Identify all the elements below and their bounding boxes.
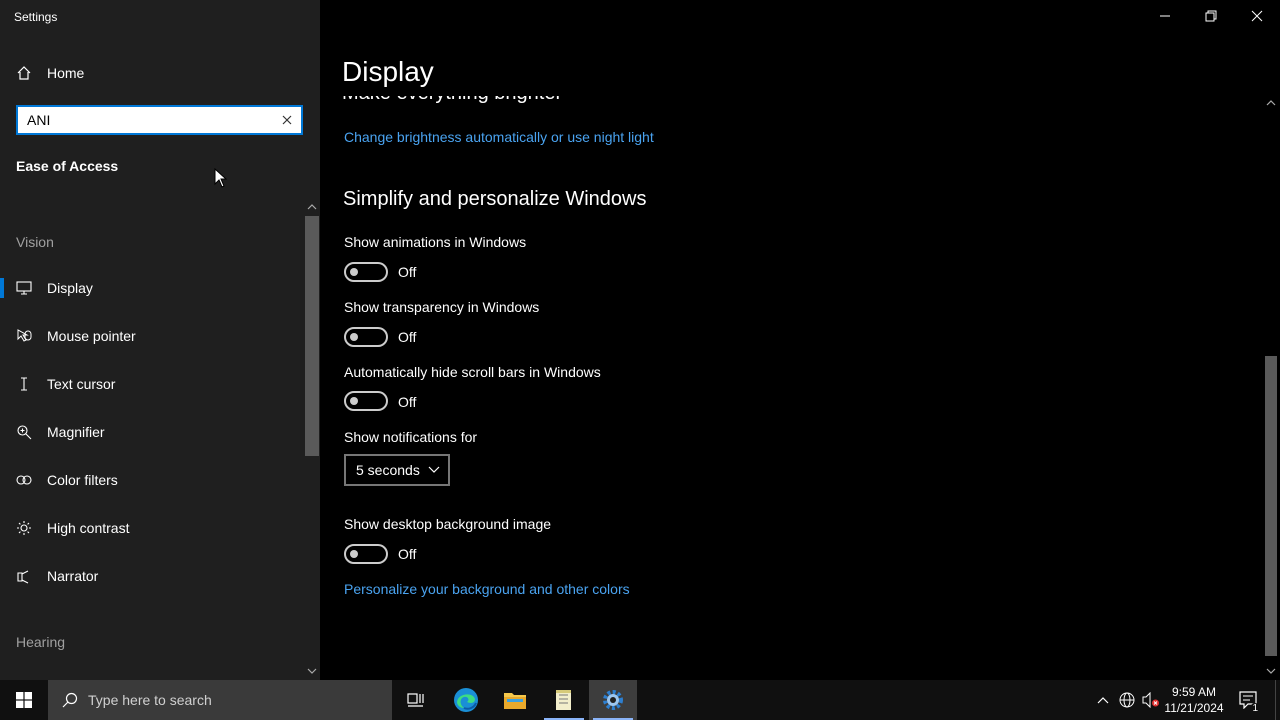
section-heading-brightness: Make everything brighter	[342, 96, 562, 105]
network-button[interactable]	[1116, 680, 1138, 720]
show-hidden-icons-button[interactable]	[1093, 680, 1113, 720]
home-icon	[17, 66, 31, 80]
background-toggle[interactable]	[344, 544, 388, 564]
taskbar-search[interactable]: Type here to search	[48, 680, 392, 720]
sidebar-nav: Vision Display Mouse pointer Text cursor…	[0, 200, 320, 680]
section-heading: Ease of Access	[16, 158, 119, 174]
app-title: Settings	[14, 10, 58, 24]
background-toggle-state: Off	[398, 546, 417, 562]
setting-label-animations: Show animations in Windows	[344, 234, 527, 250]
close-button[interactable]	[1234, 0, 1280, 32]
sidebar-item-high-contrast[interactable]: High contrast	[0, 508, 300, 548]
search-icon	[62, 692, 78, 708]
group-label-hearing: Hearing	[16, 634, 66, 650]
restore-icon	[1205, 10, 1217, 22]
scroll-up-icon[interactable]	[307, 204, 317, 210]
notifications-duration-dropdown[interactable]: 5 seconds	[344, 454, 450, 486]
scrollbars-toggle-state: Off	[398, 394, 417, 410]
home-label: Home	[47, 65, 85, 81]
setting-label-transparency: Show transparency in Windows	[344, 299, 540, 315]
settings-taskbar-button[interactable]	[589, 680, 637, 720]
page-title: Display	[342, 56, 434, 87]
setting-label-background: Show desktop background image	[344, 516, 552, 532]
folder-icon	[504, 693, 526, 709]
group-label-vision: Vision	[16, 234, 54, 250]
edge-icon	[454, 688, 478, 712]
globe-icon	[1119, 692, 1135, 708]
setting-label-notifications: Show notifications for	[344, 429, 478, 445]
transparency-toggle-state: Off	[398, 329, 417, 345]
clock[interactable]: 9:59 AM 11/21/2024	[1162, 684, 1226, 716]
mouse-cursor-icon	[214, 168, 228, 188]
dropdown-value: 5 seconds	[356, 462, 420, 478]
window-controls	[1142, 0, 1280, 32]
action-center-button[interactable]: 1	[1234, 680, 1264, 720]
mouse-pointer-icon	[17, 329, 32, 342]
sidebar-item-label: Magnifier	[47, 424, 105, 440]
high-contrast-icon	[17, 521, 31, 535]
main-scroll-down-icon[interactable]	[1266, 668, 1276, 674]
settings-content: Make everything brighter Change brightne…	[342, 96, 1242, 680]
magnifier-icon	[17, 425, 32, 440]
transparency-toggle[interactable]	[344, 327, 388, 347]
monitor-icon	[16, 281, 32, 295]
notepad-icon	[556, 690, 571, 710]
sidebar-item-color-filters[interactable]: Color filters	[0, 460, 300, 500]
close-icon	[1251, 10, 1263, 22]
task-view-button[interactable]	[392, 680, 440, 720]
clock-time: 9:59 AM	[1171, 685, 1217, 699]
sidebar-item-text-cursor[interactable]: Text cursor	[0, 364, 300, 404]
sidebar-scroll-thumb[interactable]	[305, 216, 319, 456]
narrator-icon	[17, 570, 29, 584]
main-content: Display Make everything brighter Change …	[320, 0, 1280, 680]
minimize-icon	[1160, 15, 1170, 17]
windows-logo-icon	[16, 692, 32, 708]
volume-button[interactable]	[1140, 680, 1162, 720]
restore-button[interactable]	[1188, 0, 1234, 32]
taskbar: Type here to search 9:59 AM 11/21/2024 1	[0, 680, 1280, 720]
taskbar-search-placeholder: Type here to search	[88, 692, 212, 708]
sidebar-item-display[interactable]: Display	[0, 268, 300, 308]
search-input[interactable]	[18, 108, 268, 132]
sidebar-item-label: Text cursor	[47, 376, 116, 392]
scroll-down-icon[interactable]	[307, 668, 317, 674]
personalize-link[interactable]: Personalize your background and other co…	[344, 581, 630, 597]
main-scroll-thumb[interactable]	[1265, 356, 1277, 656]
show-desktop-button[interactable]	[1275, 680, 1280, 720]
task-view-icon	[407, 693, 424, 707]
volume-muted-icon	[1142, 692, 1159, 708]
file-explorer-button[interactable]	[491, 680, 539, 720]
gear-icon	[603, 690, 623, 710]
brightness-link[interactable]: Change brightness automatically or use n…	[344, 129, 654, 145]
text-cursor-icon	[21, 377, 27, 391]
search-box[interactable]	[16, 105, 303, 135]
animations-toggle-state: Off	[398, 264, 417, 280]
sidebar-item-mouse-pointer[interactable]: Mouse pointer	[0, 316, 300, 356]
animations-toggle[interactable]	[344, 262, 388, 282]
sidebar: Settings Home Ease of Access Vision Disp…	[0, 0, 320, 680]
sidebar-item-label: Narrator	[47, 568, 99, 584]
chevron-down-icon	[428, 466, 440, 473]
chevron-up-icon	[1097, 697, 1109, 704]
sidebar-item-label: Mouse pointer	[47, 328, 136, 344]
sidebar-item-label: Color filters	[47, 472, 118, 488]
sidebar-item-label: Display	[47, 280, 93, 296]
minimize-button[interactable]	[1142, 0, 1188, 32]
notification-count-badge: 1	[1250, 703, 1260, 714]
sidebar-item-narrator[interactable]: Narrator	[0, 556, 300, 596]
notepad-button[interactable]	[540, 680, 588, 720]
start-button[interactable]	[0, 680, 48, 720]
sidebar-item-label: High contrast	[47, 520, 130, 536]
clock-date: 11/21/2024	[1164, 701, 1224, 715]
color-filters-icon	[16, 475, 32, 485]
home-button[interactable]: Home	[16, 62, 84, 84]
scrollbars-toggle[interactable]	[344, 391, 388, 411]
main-scroll-up-icon[interactable]	[1266, 100, 1276, 106]
setting-label-scrollbars: Automatically hide scroll bars in Window…	[344, 364, 601, 380]
clear-search-icon[interactable]	[279, 112, 295, 128]
sidebar-item-magnifier[interactable]: Magnifier	[0, 412, 300, 452]
edge-button[interactable]	[442, 680, 490, 720]
section-title-simplify: Simplify and personalize Windows	[343, 188, 647, 210]
